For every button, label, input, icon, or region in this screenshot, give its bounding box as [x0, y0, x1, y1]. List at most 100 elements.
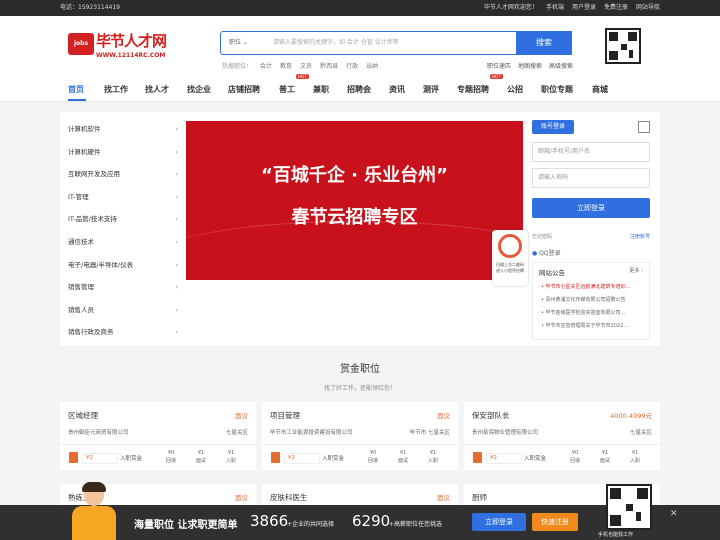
job-card[interactable]: 保安部队长 4000-4999元 贵州拓海物业管理有限公司 七星关区 ¥2 入职…	[464, 402, 660, 470]
nav-find-talent[interactable]: 找人才	[145, 84, 169, 95]
username-field[interactable]: 邮箱/手机号/用户名	[532, 142, 650, 162]
miniprogram-icon	[498, 234, 522, 258]
promo-register-button[interactable]: 快速注册	[532, 513, 578, 531]
hot-search-item[interactable]: 文员	[300, 61, 312, 70]
category-item[interactable]: 电子/电器/半导体/仪表 ›	[68, 254, 178, 277]
hot-search-item[interactable]: 会计	[260, 61, 272, 70]
qr-login-icon[interactable]	[638, 121, 650, 133]
job-company: 贵州御臣元商贸有限公司	[68, 430, 129, 436]
notice-item[interactable]: • 贵州黄浦文化传媒有限公司招聘公告	[541, 296, 645, 303]
nav-public-recruit[interactable]: 公招	[507, 84, 523, 95]
notice-item[interactable]: • 毕节市七星关区远航满北建筑专培训...	[541, 283, 645, 290]
qr-code	[605, 28, 641, 64]
notice-item[interactable]: • 毕节市应急管理局关于毕节市2022...	[541, 322, 645, 329]
mobile-link[interactable]: 手机端	[546, 0, 564, 16]
tab-account-login[interactable]: 账号登录	[532, 120, 574, 134]
reward-label: 入职赏金	[322, 456, 345, 462]
category-item[interactable]: IT-管理 ›	[68, 186, 178, 209]
nav-home[interactable]: 首页	[68, 84, 84, 95]
job-count: 6290	[352, 512, 391, 530]
nav-shop-recruit[interactable]: 店铺招聘	[228, 84, 260, 95]
notice-more-link[interactable]: 更多 ›	[629, 267, 643, 274]
hot-search-item[interactable]: 行政	[346, 61, 358, 70]
nav-find-company[interactable]: 找企业	[187, 84, 211, 95]
close-icon[interactable]: ✕	[670, 509, 678, 519]
nav-mall[interactable]: 商城	[592, 84, 608, 95]
category-item[interactable]: 计算机硬件 ›	[68, 141, 178, 164]
main-nav: 首页 找工作 找人才 找企业 店铺招聘 普工 HOT 兼职 招聘会 资讯 测评 …	[0, 74, 720, 102]
search-button[interactable]: 搜索	[516, 31, 572, 55]
search-sublink[interactable]: 职位速匹	[487, 61, 511, 70]
stat-apply: ¥0 回递	[165, 450, 176, 464]
app-qr-caption: 手机也能找工作	[598, 532, 634, 538]
chevron-right-icon: ›	[175, 192, 178, 201]
hot-badge: HOT	[490, 74, 503, 79]
nav-active-indicator	[68, 99, 86, 101]
promo-banner[interactable]: “百城千企 · 乐业台州” 春节云招聘专区	[186, 121, 523, 280]
miniprogram-badge[interactable]: 扫描上方二维码 进入小程序应聘	[492, 230, 528, 286]
company-count: 3866	[250, 512, 289, 530]
stat-hire: ¥1 入职	[427, 450, 438, 464]
notice-title: 网站公告	[539, 269, 565, 277]
hot-search-item[interactable]: 黔西县	[320, 61, 338, 70]
forgot-password-link[interactable]: 忘记密码	[532, 233, 552, 240]
nav-news[interactable]: 资讯	[389, 84, 405, 95]
stat-apply: ¥0 回递	[569, 450, 580, 464]
reward-amount: ¥2	[486, 453, 522, 464]
job-title: 皮肤科医生	[270, 493, 308, 502]
welcome-text: 毕节人才网欢迎您！	[483, 4, 538, 11]
logo-mark: jobs	[68, 33, 94, 55]
red-envelope-icon	[473, 452, 482, 463]
category-item[interactable]: 销售人员 ›	[68, 299, 178, 322]
nav-assessment[interactable]: 测评	[423, 84, 439, 95]
category-item[interactable]: 互联网开发及应用 ›	[68, 163, 178, 186]
category-item[interactable]: IT-品管/技术支持 ›	[68, 208, 178, 231]
reward-label: 入职赏金	[120, 456, 143, 462]
register-link[interactable]: 注册账号	[630, 233, 650, 240]
promo-login-button[interactable]: 立即登录	[472, 513, 526, 531]
hot-search-item[interactable]: 出纳	[366, 61, 378, 70]
category-item[interactable]: 销售行政及商务 ›	[68, 321, 178, 344]
chevron-right-icon: ›	[175, 125, 178, 133]
free-register-link[interactable]: 免费注册	[604, 0, 628, 16]
nav-job-fair[interactable]: 招聘会	[347, 84, 371, 95]
red-envelope-icon	[69, 452, 78, 463]
hot-search-item[interactable]: 教育	[280, 61, 292, 70]
category-item[interactable]: 销售管理 ›	[68, 276, 178, 299]
nav-find-job[interactable]: 找工作	[104, 84, 128, 95]
job-card[interactable]: 项目管理 面议 毕节市工业能源投资建设有限公司 毕节市 七星关区 ¥2 入职赏金…	[262, 402, 458, 470]
nav-topic-recruit[interactable]: 专题招聘	[457, 84, 489, 95]
job-salary: 面议	[235, 412, 248, 420]
job-title: 厨师	[472, 493, 487, 502]
stat-interview: ¥1 面试	[599, 450, 610, 464]
chevron-right-icon: ›	[175, 237, 178, 246]
search-sublink[interactable]: 地图搜索	[518, 61, 542, 70]
chevron-right-icon: ›	[175, 170, 178, 179]
chevron-right-icon: ›	[175, 147, 178, 156]
search-input[interactable]: 请输入要搜索的关键字，如 会计 仓管 设计师等	[273, 32, 399, 54]
nav-part-time[interactable]: 兼职	[313, 84, 329, 95]
nav-job-topic[interactable]: 职位专题	[541, 84, 573, 95]
job-card[interactable]: 区域经理 面议 贵州御臣元商贸有限公司 七星关区 ¥2 入职赏金 ¥0 回递 ¥1…	[60, 402, 256, 470]
job-company: 贵州拓海物业管理有限公司	[472, 430, 539, 436]
login-button[interactable]: 立即登录	[532, 198, 650, 218]
hot-badge: HOT	[296, 74, 309, 79]
password-field[interactable]: 请输入密码	[532, 168, 650, 188]
stat-interview: ¥1 面试	[397, 450, 408, 464]
job-company: 毕节市工业能源投资建设有限公司	[270, 430, 353, 436]
search-box: 职位 ⌄ 请输入要搜索的关键字，如 会计 仓管 设计师等 搜索	[220, 31, 572, 55]
site-nav-link[interactable]: 网站导航	[636, 0, 660, 16]
notice-item[interactable]: • 毕节金域医学检验实验室有限公司...	[541, 309, 645, 316]
qq-login-link[interactable]: ● QQ登录	[532, 248, 561, 257]
job-count-label: +高薪职位任您挑选	[389, 521, 443, 528]
logo-url: WWW.12114RC.COM	[96, 52, 166, 59]
app-qr-code	[606, 484, 652, 530]
category-item[interactable]: 通信技术 ›	[68, 231, 178, 254]
search-sublink[interactable]: 高级搜索	[549, 61, 573, 70]
user-login-link[interactable]: 用户登录	[572, 0, 596, 16]
nav-general-worker[interactable]: 普工	[279, 84, 295, 95]
site-logo[interactable]: jobs 毕节人才网 WWW.12114RC.COM	[68, 30, 180, 64]
search-category-select[interactable]: 职位 ⌄	[229, 32, 248, 54]
job-location: 七星关区	[629, 430, 652, 436]
category-item[interactable]: 计算机软件 ›	[68, 118, 178, 141]
